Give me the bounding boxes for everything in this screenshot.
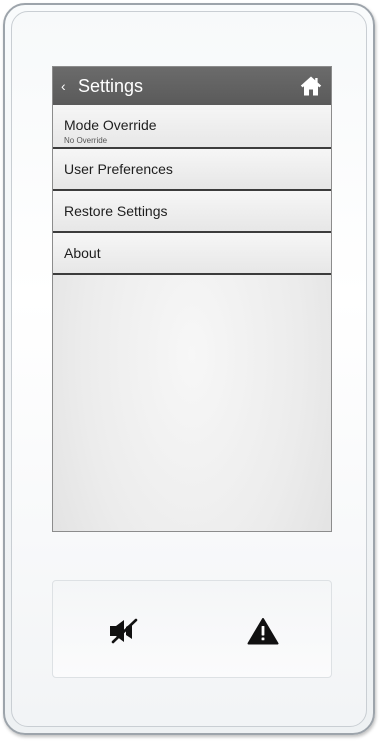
touch-screen: ‹ Settings Mode Override No Override Use… xyxy=(52,66,332,532)
menu-item-label: Mode Override xyxy=(64,117,157,133)
speaker-muted-icon[interactable] xyxy=(106,617,142,645)
back-button[interactable]: ‹ xyxy=(61,78,66,94)
menu-item-sublabel: No Override xyxy=(64,136,108,145)
menu-item-user-preferences[interactable]: User Preferences xyxy=(53,149,331,191)
menu-item-label: User Preferences xyxy=(64,161,173,177)
menu-item-restore-settings[interactable]: Restore Settings xyxy=(53,191,331,233)
menu-item-about[interactable]: About xyxy=(53,233,331,275)
menu-item-label: Restore Settings xyxy=(64,203,168,219)
settings-menu: Mode Override No Override User Preferenc… xyxy=(53,105,331,275)
menu-item-mode-override[interactable]: Mode Override No Override xyxy=(53,105,331,149)
home-icon[interactable] xyxy=(299,74,323,98)
page-title: Settings xyxy=(78,76,144,96)
title-bar: ‹ Settings xyxy=(53,67,331,105)
hardware-button-panel xyxy=(52,580,332,678)
menu-item-label: About xyxy=(64,245,101,261)
stage: ‹ Settings Mode Override No Override Use… xyxy=(0,0,382,741)
warning-triangle-icon[interactable] xyxy=(247,617,279,645)
